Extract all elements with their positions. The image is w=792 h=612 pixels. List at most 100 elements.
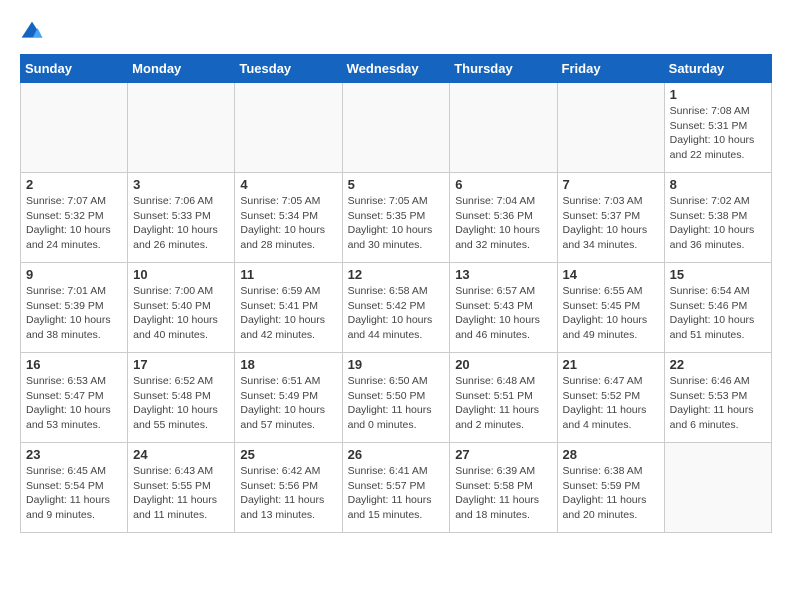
day-info: Sunrise: 6:51 AM Sunset: 5:49 PM Dayligh… — [240, 374, 336, 433]
calendar-cell: 28 Sunrise: 6:38 AM Sunset: 5:59 PM Dayli… — [557, 443, 664, 533]
calendar-cell: 5 Sunrise: 7:05 AM Sunset: 5:35 PM Daylig… — [342, 173, 450, 263]
calendar-cell: 7 Sunrise: 7:03 AM Sunset: 5:37 PM Daylig… — [557, 173, 664, 263]
day-info: Sunrise: 6:50 AM Sunset: 5:50 PM Dayligh… — [348, 374, 445, 433]
calendar-cell — [557, 83, 664, 173]
calendar-cell: 24 Sunrise: 6:43 AM Sunset: 5:55 PM Dayli… — [128, 443, 235, 533]
day-number: 27 — [455, 447, 551, 462]
day-number: 10 — [133, 267, 229, 282]
day-info: Sunrise: 6:39 AM Sunset: 5:58 PM Dayligh… — [455, 464, 551, 523]
calendar-week-row: 23 Sunrise: 6:45 AM Sunset: 5:54 PM Dayli… — [21, 443, 772, 533]
day-info: Sunrise: 6:58 AM Sunset: 5:42 PM Dayligh… — [348, 284, 445, 343]
day-info: Sunrise: 7:06 AM Sunset: 5:33 PM Dayligh… — [133, 194, 229, 253]
logo — [20, 20, 48, 44]
calendar-week-row: 1 Sunrise: 7:08 AM Sunset: 5:31 PM Daylig… — [21, 83, 772, 173]
weekday-header-row: SundayMondayTuesdayWednesdayThursdayFrid… — [21, 55, 772, 83]
day-number: 11 — [240, 267, 336, 282]
calendar-cell: 19 Sunrise: 6:50 AM Sunset: 5:50 PM Dayli… — [342, 353, 450, 443]
day-number: 14 — [563, 267, 659, 282]
calendar-cell: 11 Sunrise: 6:59 AM Sunset: 5:41 PM Dayli… — [235, 263, 342, 353]
calendar-cell: 14 Sunrise: 6:55 AM Sunset: 5:45 PM Dayli… — [557, 263, 664, 353]
day-info: Sunrise: 7:03 AM Sunset: 5:37 PM Dayligh… — [563, 194, 659, 253]
day-info: Sunrise: 6:38 AM Sunset: 5:59 PM Dayligh… — [563, 464, 659, 523]
day-info: Sunrise: 6:53 AM Sunset: 5:47 PM Dayligh… — [26, 374, 122, 433]
day-info: Sunrise: 7:01 AM Sunset: 5:39 PM Dayligh… — [26, 284, 122, 343]
day-number: 20 — [455, 357, 551, 372]
day-info: Sunrise: 6:46 AM Sunset: 5:53 PM Dayligh… — [670, 374, 766, 433]
calendar-cell: 2Sunrise: 7:07 AM Sunset: 5:32 PM Daylig… — [21, 173, 128, 263]
day-number: 8 — [670, 177, 766, 192]
calendar-cell: 26 Sunrise: 6:41 AM Sunset: 5:57 PM Dayli… — [342, 443, 450, 533]
calendar-cell: 8 Sunrise: 7:02 AM Sunset: 5:38 PM Daylig… — [664, 173, 771, 263]
day-number: 21 — [563, 357, 659, 372]
calendar-cell — [235, 83, 342, 173]
day-number: 23 — [26, 447, 122, 462]
day-number: 9 — [26, 267, 122, 282]
day-info: Sunrise: 6:57 AM Sunset: 5:43 PM Dayligh… — [455, 284, 551, 343]
page-header — [20, 20, 772, 44]
calendar-cell: 13 Sunrise: 6:57 AM Sunset: 5:43 PM Dayli… — [450, 263, 557, 353]
day-number: 4 — [240, 177, 336, 192]
calendar-cell: 23 Sunrise: 6:45 AM Sunset: 5:54 PM Dayli… — [21, 443, 128, 533]
day-info: Sunrise: 6:54 AM Sunset: 5:46 PM Dayligh… — [670, 284, 766, 343]
day-number: 15 — [670, 267, 766, 282]
day-info: Sunrise: 7:05 AM Sunset: 5:35 PM Dayligh… — [348, 194, 445, 253]
day-info: Sunrise: 6:45 AM Sunset: 5:54 PM Dayligh… — [26, 464, 122, 523]
day-info: Sunrise: 6:48 AM Sunset: 5:51 PM Dayligh… — [455, 374, 551, 433]
weekday-header: Tuesday — [235, 55, 342, 83]
calendar-cell: 6 Sunrise: 7:04 AM Sunset: 5:36 PM Daylig… — [450, 173, 557, 263]
weekday-header: Saturday — [664, 55, 771, 83]
calendar-cell: 25 Sunrise: 6:42 AM Sunset: 5:56 PM Dayli… — [235, 443, 342, 533]
weekday-header: Sunday — [21, 55, 128, 83]
calendar-cell — [128, 83, 235, 173]
calendar-cell — [21, 83, 128, 173]
logo-icon — [20, 20, 44, 44]
calendar-cell: 21Sunrise: 6:47 AM Sunset: 5:52 PM Dayli… — [557, 353, 664, 443]
weekday-header: Thursday — [450, 55, 557, 83]
calendar-cell: 9 Sunrise: 7:01 AM Sunset: 5:39 PM Daylig… — [21, 263, 128, 353]
day-info: Sunrise: 7:02 AM Sunset: 5:38 PM Dayligh… — [670, 194, 766, 253]
day-info: Sunrise: 6:52 AM Sunset: 5:48 PM Dayligh… — [133, 374, 229, 433]
day-number: 5 — [348, 177, 445, 192]
day-number: 25 — [240, 447, 336, 462]
calendar-cell: 20 Sunrise: 6:48 AM Sunset: 5:51 PM Dayli… — [450, 353, 557, 443]
calendar-week-row: 2Sunrise: 7:07 AM Sunset: 5:32 PM Daylig… — [21, 173, 772, 263]
day-info: Sunrise: 7:04 AM Sunset: 5:36 PM Dayligh… — [455, 194, 551, 253]
weekday-header: Wednesday — [342, 55, 450, 83]
weekday-header: Friday — [557, 55, 664, 83]
day-info: Sunrise: 6:41 AM Sunset: 5:57 PM Dayligh… — [348, 464, 445, 523]
day-number: 24 — [133, 447, 229, 462]
day-number: 22 — [670, 357, 766, 372]
calendar-week-row: 16 Sunrise: 6:53 AM Sunset: 5:47 PM Dayli… — [21, 353, 772, 443]
day-info: Sunrise: 7:00 AM Sunset: 5:40 PM Dayligh… — [133, 284, 229, 343]
calendar-cell: 18Sunrise: 6:51 AM Sunset: 5:49 PM Dayli… — [235, 353, 342, 443]
day-number: 26 — [348, 447, 445, 462]
day-info: Sunrise: 7:08 AM Sunset: 5:31 PM Dayligh… — [670, 104, 766, 163]
calendar-cell — [342, 83, 450, 173]
day-info: Sunrise: 6:42 AM Sunset: 5:56 PM Dayligh… — [240, 464, 336, 523]
day-number: 28 — [563, 447, 659, 462]
weekday-header: Monday — [128, 55, 235, 83]
calendar-cell: 3 Sunrise: 7:06 AM Sunset: 5:33 PM Daylig… — [128, 173, 235, 263]
calendar-table: SundayMondayTuesdayWednesdayThursdayFrid… — [20, 54, 772, 533]
calendar-cell: 1 Sunrise: 7:08 AM Sunset: 5:31 PM Daylig… — [664, 83, 771, 173]
day-info: Sunrise: 6:55 AM Sunset: 5:45 PM Dayligh… — [563, 284, 659, 343]
calendar-week-row: 9 Sunrise: 7:01 AM Sunset: 5:39 PM Daylig… — [21, 263, 772, 353]
day-number: 7 — [563, 177, 659, 192]
calendar-cell: 4 Sunrise: 7:05 AM Sunset: 5:34 PM Daylig… — [235, 173, 342, 263]
calendar-cell: 17 Sunrise: 6:52 AM Sunset: 5:48 PM Dayli… — [128, 353, 235, 443]
day-info: Sunrise: 6:43 AM Sunset: 5:55 PM Dayligh… — [133, 464, 229, 523]
calendar-cell: 10 Sunrise: 7:00 AM Sunset: 5:40 PM Dayli… — [128, 263, 235, 353]
day-info: Sunrise: 7:05 AM Sunset: 5:34 PM Dayligh… — [240, 194, 336, 253]
day-number: 12 — [348, 267, 445, 282]
day-number: 16 — [26, 357, 122, 372]
day-number: 13 — [455, 267, 551, 282]
day-number: 1 — [670, 87, 766, 102]
day-number: 6 — [455, 177, 551, 192]
day-number: 3 — [133, 177, 229, 192]
calendar-cell: 16 Sunrise: 6:53 AM Sunset: 5:47 PM Dayli… — [21, 353, 128, 443]
day-info: Sunrise: 6:59 AM Sunset: 5:41 PM Dayligh… — [240, 284, 336, 343]
day-number: 17 — [133, 357, 229, 372]
day-number: 19 — [348, 357, 445, 372]
calendar-cell: 15 Sunrise: 6:54 AM Sunset: 5:46 PM Dayli… — [664, 263, 771, 353]
calendar-cell: 12 Sunrise: 6:58 AM Sunset: 5:42 PM Dayli… — [342, 263, 450, 353]
